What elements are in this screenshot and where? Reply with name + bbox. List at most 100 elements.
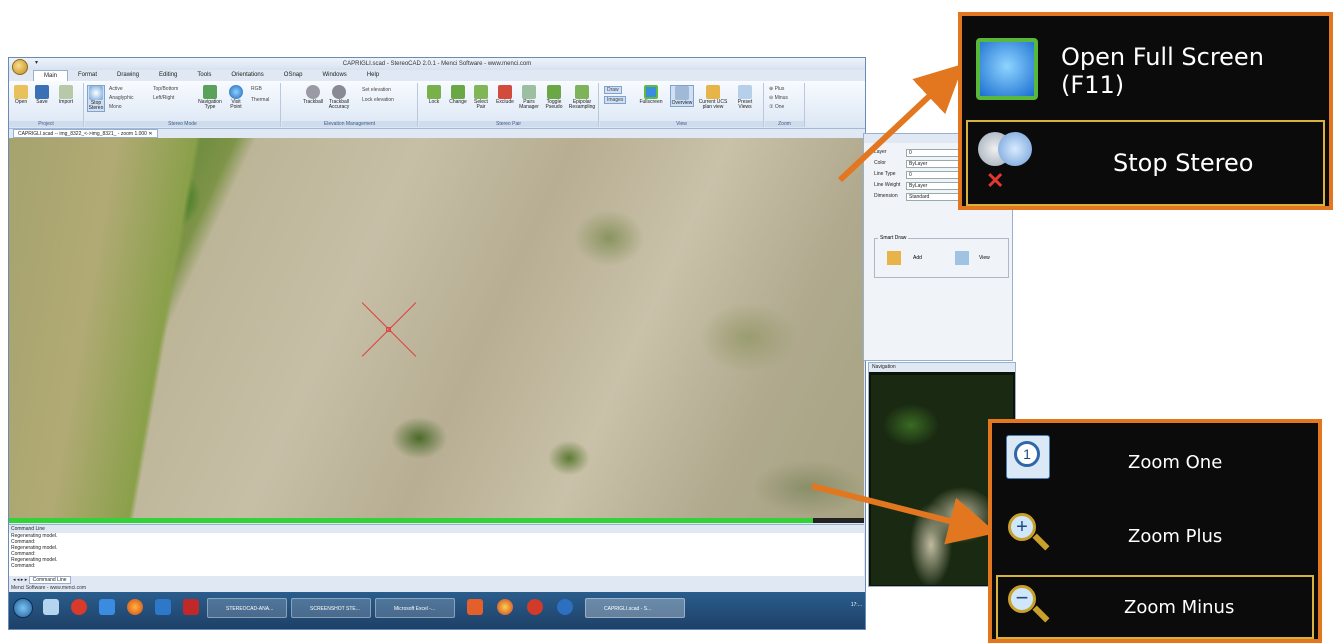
taskbar-window-screenshot[interactable]: SCREENSHOT STE... [291, 598, 371, 618]
command-line-panel: Command Line Regenerating model. Command… [9, 524, 864, 576]
tab-osnap[interactable]: OSnap [274, 70, 313, 81]
group-label-elevation: Elevation Management [282, 121, 417, 127]
rgb-button[interactable]: RGB [251, 86, 262, 92]
command-panel-title: Command Line [9, 525, 864, 533]
app-icon[interactable] [99, 599, 115, 615]
load-progress-bar [9, 518, 864, 523]
group-label-zoom: Zoom [765, 121, 804, 127]
callout-zoom: 1 Zoom One + Zoom Plus − Zoom Minus [988, 419, 1322, 643]
tab-command-line[interactable]: Command Line [28, 576, 71, 584]
app-icon[interactable] [155, 599, 171, 615]
app-c-icon[interactable] [71, 599, 87, 615]
tab-editing[interactable]: Editing [149, 70, 187, 81]
application-menu-button[interactable] [12, 59, 28, 75]
trackball-accuracy-button[interactable]: Trackball Accuracy [326, 85, 352, 110]
open-button[interactable]: Open [12, 85, 30, 105]
smart-draw-title: Smart Draw [878, 235, 909, 241]
stop-stereo-button[interactable]: Stop Stereo [87, 85, 105, 112]
callout-label-zoom-one: Zoom One [1128, 451, 1223, 473]
taskbar-window-stereocad-ana[interactable]: STEREOCAD-ANA... [207, 598, 287, 618]
group-project: Open Save Import Project [9, 83, 84, 127]
status-bar: Menci Software - www.menci.com [9, 585, 864, 592]
lock-elevation-button[interactable]: Lock elevation [362, 97, 394, 103]
trackball-button[interactable]: Trackball [302, 85, 324, 105]
lock-pair-button[interactable]: Lock [425, 85, 443, 105]
images-toggle[interactable]: Images [604, 96, 627, 104]
command-tab-strip: ◂ ◂ ▸ ▸ Command Line [9, 576, 864, 585]
navigation-type-button[interactable]: Navigation Type [197, 85, 223, 110]
callout-item-zoom-minus: − Zoom Minus [996, 575, 1314, 639]
toggle-pseudo-button[interactable]: Toggle Pseudo [543, 85, 565, 110]
fullscreen-button[interactable]: Fullscreen [638, 85, 664, 105]
tab-windows[interactable]: Windows [312, 70, 356, 81]
tab-tools[interactable]: Tools [187, 70, 221, 81]
app-icon[interactable] [527, 599, 543, 615]
document-tab[interactable]: CAPRIGLI.scad -- img_8322_<->img_8321_ -… [13, 129, 158, 138]
group-label-view: View [600, 121, 763, 127]
group-elevation-management: Trackball Trackball Accuracy Set elevati… [282, 83, 418, 127]
system-clock: 17:... [850, 602, 862, 608]
zoom-plus-button[interactable]: ⊕ Plus [769, 86, 784, 92]
stereocad-window: CAPRIGLI.scad - StereoCAD 2.0.1 - Menci … [8, 57, 866, 630]
top-bottom-button[interactable]: Top/Bottom [153, 86, 178, 92]
mono-button[interactable]: Mono [109, 104, 122, 110]
tab-format[interactable]: Format [68, 70, 107, 81]
tab-main[interactable]: Main [33, 70, 69, 81]
quick-access-toolbar[interactable]: ▾ [35, 59, 38, 66]
taskbar-window-excel[interactable]: Microsoft Excel -... [375, 598, 455, 618]
zoom-one-button[interactable]: ① One [769, 104, 784, 110]
callout-label-full-screen: Open Full Screen (F11) [1061, 43, 1264, 99]
visit-point-button[interactable]: Visit Point [227, 85, 245, 110]
callout-fullscreen-stereo: Open Full Screen (F11) ✕ Stop Stereo [958, 12, 1333, 210]
zoom-minus-button[interactable]: ⊖ Minus [769, 95, 788, 101]
exclude-button[interactable]: Exclude [495, 85, 515, 105]
preset-views-button[interactable]: Preset Views [732, 85, 758, 110]
close-tab-icon[interactable]: ✕ [148, 131, 152, 137]
app-icon[interactable] [467, 599, 483, 615]
change-pair-button[interactable]: Change [447, 85, 469, 105]
stereo-viewport[interactable] [9, 138, 864, 518]
epipolar-resampling-button[interactable]: Epipolar Resampling [568, 85, 596, 110]
callout-item-full-screen: Open Full Screen (F11) [966, 24, 1325, 118]
tab-help[interactable]: Help [357, 70, 389, 81]
app-icon[interactable] [557, 599, 573, 615]
anaglyphic-button[interactable]: Anaglyphic [109, 95, 133, 101]
add-icon[interactable] [887, 251, 901, 265]
command-input[interactable]: Command: [9, 563, 864, 569]
vlc-icon[interactable] [43, 599, 59, 615]
add-button[interactable]: Add [913, 255, 922, 261]
thermal-button[interactable]: Thermal [251, 97, 269, 103]
navigation-panel-title: Navigation [869, 363, 1015, 372]
windows-taskbar: STEREOCAD-ANA... SCREENSHOT STE... Micro… [9, 592, 865, 629]
group-label-project: Project [9, 121, 83, 127]
chrome-icon[interactable] [497, 599, 513, 615]
callout-label-zoom-minus: Zoom Minus [1124, 596, 1235, 618]
ribbon-tabs: Main Format Drawing Editing Tools Orient… [33, 70, 389, 81]
start-button[interactable] [13, 598, 33, 618]
import-button[interactable]: Import [57, 85, 75, 105]
tab-orientations[interactable]: Orientations [221, 70, 273, 81]
active-button[interactable]: Active [109, 86, 123, 92]
group-stereo-mode: Stop Stereo Active Anaglyphic Mono Top/B… [85, 83, 281, 127]
left-right-button[interactable]: Left/Right [153, 95, 174, 101]
draw-toggle[interactable]: Draw [604, 86, 622, 94]
group-zoom: ⊕ Plus ⊖ Minus ① One Zoom [765, 83, 805, 127]
view-icon[interactable] [955, 251, 969, 265]
set-elevation-button[interactable]: Set elevation [362, 87, 391, 93]
callout-item-zoom-plus: + Zoom Plus [996, 501, 1314, 571]
filezilla-icon[interactable] [183, 599, 199, 615]
current-ucs-plan-view-button[interactable]: Current UCS plan view [698, 85, 728, 110]
terrain-image [9, 138, 209, 518]
pairs-manager-button[interactable]: Pairs Manager [518, 85, 540, 110]
taskbar-window-caprigli[interactable]: CAPRIGLI.scad - S... [585, 598, 685, 618]
select-pair-button[interactable]: Select Pair [471, 85, 491, 110]
progress-fill [9, 518, 813, 523]
group-stereo-pair: Lock Change Select Pair Exclude Pairs Ma… [419, 83, 599, 127]
overview-button[interactable]: Overview [670, 85, 694, 107]
tab-drawing[interactable]: Drawing [107, 70, 149, 81]
save-button[interactable]: Save [33, 85, 51, 105]
callout-item-zoom-one: 1 Zoom One [996, 427, 1314, 497]
group-label-stereo-pair: Stereo Pair [419, 121, 598, 127]
view-button[interactable]: View [979, 255, 990, 261]
firefox-icon[interactable] [127, 599, 143, 615]
